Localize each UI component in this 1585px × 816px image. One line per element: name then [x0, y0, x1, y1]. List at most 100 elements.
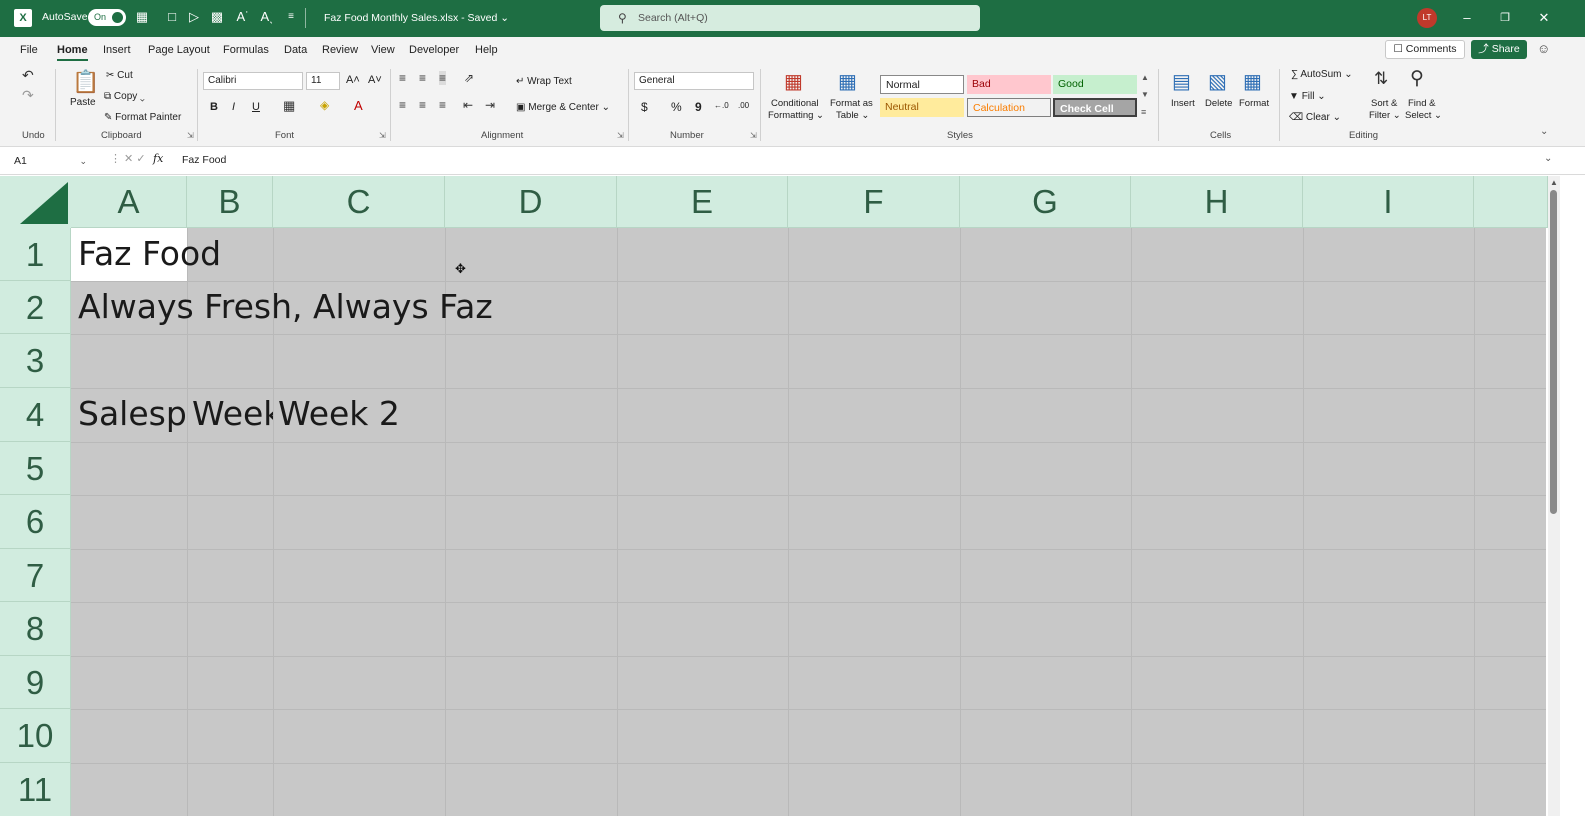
styles-more-icon[interactable]: ≡ — [1141, 107, 1146, 117]
underline-button[interactable]: U — [252, 101, 260, 113]
styles-scroll-up-icon[interactable]: ▲ — [1141, 73, 1149, 82]
italic-button[interactable]: I — [232, 101, 235, 113]
find-icon[interactable]: ⚲ — [1410, 67, 1424, 90]
sort-filter-label-1[interactable]: Sort & — [1371, 98, 1397, 109]
autosave-toggle[interactable]: On — [88, 9, 126, 26]
name-box[interactable]: A1 ⌄ — [9, 152, 91, 170]
clear-button[interactable]: ⌫ Clear ⌄ — [1289, 112, 1341, 123]
align-center-icon[interactable]: ≡ — [419, 98, 426, 112]
chevron-down-icon[interactable]: ⌄ — [79, 152, 87, 170]
redo-icon[interactable]: ↷ — [22, 87, 34, 104]
delete-cells-icon[interactable]: ▧ — [1208, 69, 1227, 94]
find-select-label-1[interactable]: Find & — [1408, 98, 1435, 109]
tab-page-layout[interactable]: Page Layout — [148, 44, 210, 56]
style-normal[interactable]: Normal — [880, 75, 964, 94]
orientation-icon[interactable]: ⇗ — [464, 71, 474, 85]
borders-icon[interactable]: ▦ — [283, 98, 295, 114]
find-select-label-2[interactable]: Select ⌄ — [1405, 110, 1442, 121]
restore-button[interactable]: ❐ — [1495, 8, 1515, 28]
style-good[interactable]: Good — [1053, 75, 1137, 94]
cut-button[interactable]: ✂ Cut — [106, 70, 133, 81]
formula-input[interactable]: Faz Food — [182, 154, 226, 166]
dialog-launcher-icon[interactable]: ⇲ — [379, 131, 386, 140]
column-header-d[interactable]: D — [445, 176, 617, 228]
align-bottom-icon[interactable]: ≡ — [439, 71, 447, 85]
select-all-button[interactable] — [0, 176, 71, 228]
align-top-icon[interactable]: ≡ — [399, 71, 406, 85]
tab-developer[interactable]: Developer — [409, 44, 459, 56]
vertical-scrollbar[interactable]: ▲ — [1548, 176, 1560, 816]
tab-help[interactable]: Help — [475, 44, 498, 56]
increase-indent-icon[interactable]: ⇥ — [485, 98, 495, 112]
feedback-icon[interactable]: ☺ — [1537, 41, 1550, 56]
decrease-indent-icon[interactable]: ⇤ — [463, 98, 473, 112]
shrink-font-button[interactable]: A˅ — [368, 74, 382, 86]
column-header-c[interactable]: C — [273, 176, 445, 228]
insert-function-button[interactable]: fx — [153, 152, 163, 165]
font-name-select[interactable]: Calibri — [203, 72, 303, 90]
bold-button[interactable]: B — [210, 101, 218, 113]
column-header-e[interactable]: E — [617, 176, 788, 228]
comments-button[interactable]: ☐ Comments — [1385, 40, 1465, 59]
column-header-h[interactable]: H — [1131, 176, 1303, 228]
document-title[interactable]: Faz Food Monthly Sales.xlsx - Saved ⌄ — [324, 12, 509, 24]
column-header-f[interactable]: F — [788, 176, 960, 228]
decrease-font-icon[interactable]: Aˎ — [259, 9, 275, 25]
row-header-8[interactable]: 8 — [0, 602, 71, 656]
delete-button[interactable]: Delete — [1205, 98, 1232, 109]
format-as-table-label-1[interactable]: Format as — [830, 98, 873, 109]
currency-button[interactable]: $ — [641, 100, 648, 114]
style-bad[interactable]: Bad — [967, 75, 1051, 94]
column-header-a[interactable]: A — [71, 176, 187, 228]
search-box[interactable]: ⚲ Search (Alt+Q) — [600, 5, 980, 31]
scroll-up-icon[interactable]: ▲ — [1550, 178, 1558, 187]
row-header-4[interactable]: 4 — [0, 388, 71, 442]
tab-formulas[interactable]: Formulas — [223, 44, 269, 56]
dialog-launcher-icon[interactable]: ⇲ — [187, 131, 194, 140]
format-as-table-label-2[interactable]: Table ⌄ — [836, 110, 869, 121]
column-header-i[interactable]: I — [1303, 176, 1474, 228]
column-header-b[interactable]: B — [187, 176, 273, 228]
align-middle-icon[interactable]: ≡ — [419, 71, 426, 85]
cell-a1[interactable]: Faz Food — [78, 234, 221, 273]
row-header-6[interactable]: 6 — [0, 495, 71, 549]
row-header-5[interactable]: 5 — [0, 442, 71, 495]
format-cells-icon[interactable]: ▦ — [1243, 69, 1262, 94]
dialog-launcher-icon[interactable]: ⇲ — [750, 131, 757, 140]
column-header-extra[interactable] — [1474, 176, 1548, 228]
open-folder-icon[interactable]: ▷ — [186, 9, 202, 25]
comma-style-button[interactable]: 9 — [695, 100, 702, 114]
decrease-decimal-button[interactable]: .00 — [738, 101, 749, 110]
conditional-formatting-icon[interactable]: ▦ — [784, 69, 803, 94]
row-header-2[interactable]: 2 — [0, 281, 71, 334]
sort-filter-icon[interactable]: ⇅ — [1374, 69, 1388, 89]
styles-scroll-down-icon[interactable]: ▼ — [1141, 90, 1149, 99]
column-header-g[interactable]: G — [960, 176, 1131, 228]
cell-a4[interactable]: Salesperson — [78, 394, 187, 433]
tab-file[interactable]: File — [20, 44, 38, 56]
font-color-icon[interactable]: A — [354, 98, 363, 113]
conditional-formatting-label-1[interactable]: Conditional — [771, 98, 819, 109]
format-painter-button[interactable]: ✎ Format Painter — [104, 112, 181, 123]
collapse-ribbon-icon[interactable]: ⌄ — [1540, 126, 1548, 137]
sort-filter-label-2[interactable]: Filter ⌄ — [1369, 110, 1401, 121]
customize-toolbar-icon[interactable]: ≡ — [283, 9, 299, 25]
tab-insert[interactable]: Insert — [103, 44, 131, 56]
font-size-select[interactable]: 11 — [306, 72, 340, 90]
row-header-11[interactable]: 11 — [0, 763, 71, 816]
insert-button[interactable]: Insert — [1171, 98, 1195, 109]
autosum-button[interactable]: ∑ AutoSum ⌄ — [1291, 69, 1353, 80]
new-file-icon[interactable]: □ — [164, 9, 180, 25]
row-header-1[interactable]: 1 — [0, 228, 71, 281]
style-neutral[interactable]: Neutral — [880, 98, 964, 117]
merge-center-button[interactable]: ▣ Merge & Center ⌄ — [516, 102, 610, 113]
close-button[interactable]: ✕ — [1534, 8, 1554, 28]
tab-data[interactable]: Data — [284, 44, 307, 56]
tab-home[interactable]: Home — [57, 44, 88, 61]
undo-icon[interactable]: ↶ — [22, 67, 34, 84]
dialog-launcher-icon[interactable]: ⇲ — [617, 131, 624, 140]
row-header-7[interactable]: 7 — [0, 549, 71, 602]
align-right-icon[interactable]: ≡ — [439, 98, 446, 112]
tab-review[interactable]: Review — [322, 44, 358, 56]
avatar[interactable]: LT — [1417, 8, 1437, 28]
